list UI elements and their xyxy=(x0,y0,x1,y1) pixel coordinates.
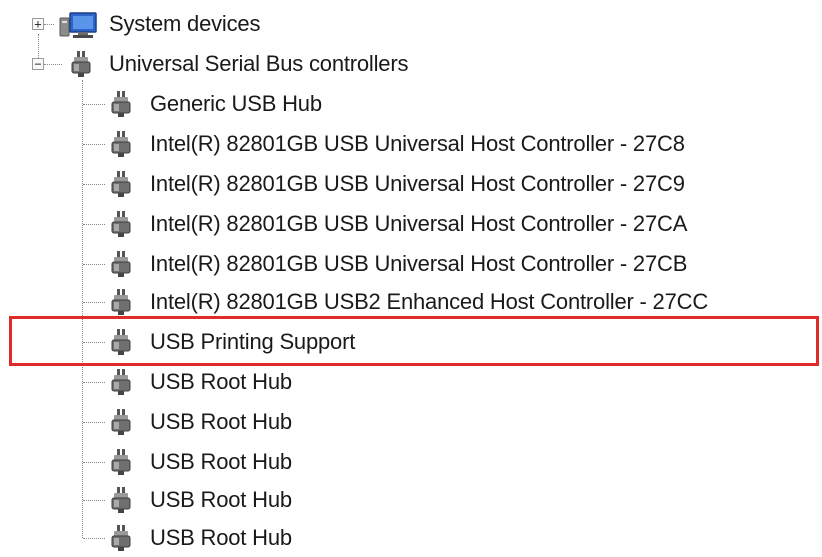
usb-plug-icon xyxy=(111,251,131,277)
tree-node-label: Universal Serial Bus controllers xyxy=(109,51,409,76)
tree-node-label: System devices xyxy=(109,11,261,36)
highlight-box xyxy=(9,316,819,366)
usb-plug-icon xyxy=(111,525,131,551)
device-label: USB Root Hub xyxy=(150,449,292,474)
device-label: Intel(R) 82801GB USB2 Enhanced Host Cont… xyxy=(150,289,709,314)
tree-connector xyxy=(83,302,105,303)
tree-connector xyxy=(83,462,105,463)
tree-node-usb-controllers[interactable]: − Universal Serial Bus controllers xyxy=(0,46,500,82)
usb-plug-icon xyxy=(111,487,131,513)
tree-connector xyxy=(83,264,105,265)
device-label: Intel(R) 82801GB USB Universal Host Cont… xyxy=(150,171,685,196)
device-usb-root-hub[interactable]: USB Root Hub xyxy=(0,520,820,556)
usb-plug-icon xyxy=(111,171,131,197)
device-label: Generic USB Hub xyxy=(150,91,322,116)
usb-plug-icon xyxy=(111,409,131,435)
device-generic-usb-hub[interactable]: Generic USB Hub xyxy=(0,86,820,122)
device-label: Intel(R) 82801GB USB Universal Host Cont… xyxy=(150,211,688,236)
tree-connector xyxy=(83,104,105,105)
usb-plug-icon xyxy=(71,51,91,77)
device-host-controller-27c8[interactable]: Intel(R) 82801GB USB Universal Host Cont… xyxy=(0,126,820,162)
tree-connector xyxy=(83,224,105,225)
device-usb-root-hub[interactable]: USB Root Hub xyxy=(0,364,820,400)
usb-plug-icon xyxy=(111,369,131,395)
device-usb-root-hub[interactable]: USB Root Hub xyxy=(0,482,820,518)
usb-plug-icon xyxy=(111,211,131,237)
device-host-controller-27cb[interactable]: Intel(R) 82801GB USB Universal Host Cont… xyxy=(0,246,820,282)
tree-connector xyxy=(83,500,105,501)
device-usb-root-hub[interactable]: USB Root Hub xyxy=(0,404,820,440)
tree-connector xyxy=(83,382,105,383)
tree-connector xyxy=(83,422,105,423)
device-usb-root-hub[interactable]: USB Root Hub xyxy=(0,444,820,480)
tree-node-system-devices[interactable]: + System devices xyxy=(0,6,400,42)
expand-icon[interactable]: + xyxy=(32,18,44,30)
device-label: USB Root Hub xyxy=(150,369,292,394)
usb-plug-icon xyxy=(111,449,131,475)
device-host-controller-27c9[interactable]: Intel(R) 82801GB USB Universal Host Cont… xyxy=(0,166,820,202)
usb-plug-icon xyxy=(111,131,131,157)
tree-connector xyxy=(44,24,54,25)
collapse-icon[interactable]: − xyxy=(32,58,44,70)
tree-connector xyxy=(83,538,105,539)
tree-connector xyxy=(44,64,62,65)
device-label: USB Root Hub xyxy=(150,409,292,434)
tree-connector xyxy=(83,144,105,145)
tree-connector xyxy=(83,184,105,185)
device-host-controller-27ca[interactable]: Intel(R) 82801GB USB Universal Host Cont… xyxy=(0,206,820,242)
device-label: Intel(R) 82801GB USB Universal Host Cont… xyxy=(150,251,688,276)
device-label: USB Root Hub xyxy=(150,525,292,550)
device-label: Intel(R) 82801GB USB Universal Host Cont… xyxy=(150,131,685,156)
usb-plug-icon xyxy=(111,289,131,315)
monitor-icon xyxy=(59,12,97,38)
usb-plug-icon xyxy=(111,91,131,117)
device-tree: + System devices − Universal Serial Bus … xyxy=(0,0,822,557)
device-usb2-enhanced-controller-27cc[interactable]: Intel(R) 82801GB USB2 Enhanced Host Cont… xyxy=(0,284,820,320)
device-label: USB Root Hub xyxy=(150,487,292,512)
